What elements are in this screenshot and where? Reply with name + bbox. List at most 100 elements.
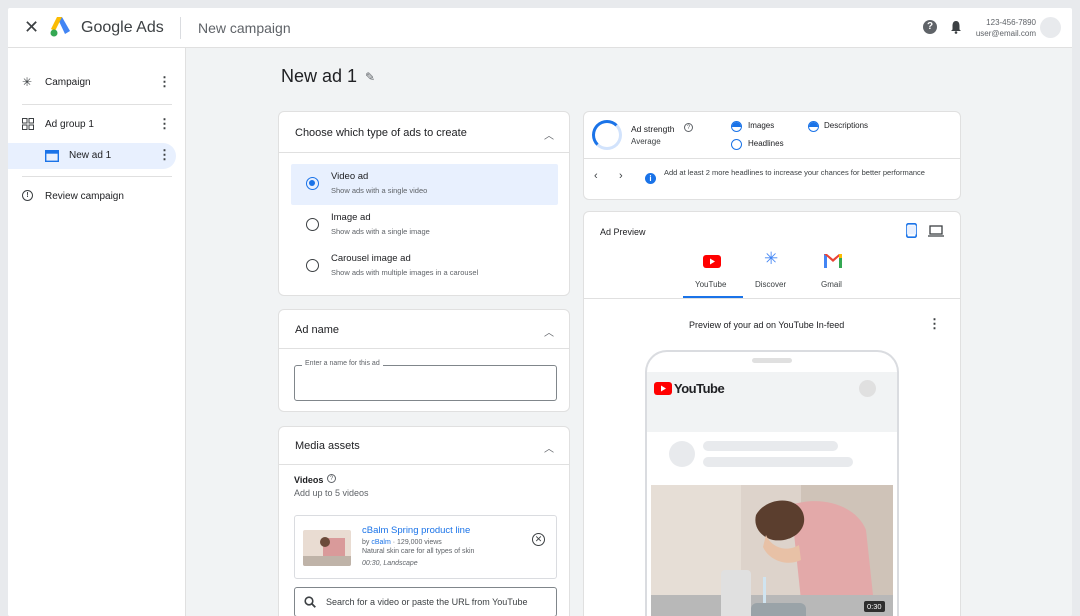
sidebar: ✳ Campaign ⋮ Ad group 1 ⋮ New ad 1 ⋮ ! R… <box>8 48 186 616</box>
divider <box>279 152 569 153</box>
radio-button[interactable] <box>306 177 319 190</box>
tab-discover[interactable]: Discover <box>755 280 786 289</box>
video-asset-card[interactable]: cBalm Spring product line by cBalm · 129… <box>294 515 557 579</box>
sidebar-item-label: New ad 1 <box>69 150 112 161</box>
remove-icon[interactable]: ✕ <box>532 533 545 546</box>
videos-hint: Add up to 5 videos <box>294 488 369 498</box>
descriptions-status-icon <box>808 121 819 132</box>
option-video-ad[interactable]: Video ad Show ads with a single video <box>291 164 558 205</box>
videos-label: Videos <box>294 475 324 485</box>
help-icon[interactable]: ? <box>327 474 336 483</box>
sidebar-item-ad-group[interactable]: Ad group 1 ⋮ <box>8 112 186 138</box>
view-count: · 129,000 views <box>390 539 442 546</box>
radio-button[interactable] <box>306 218 319 231</box>
avatar[interactable] <box>1040 17 1061 38</box>
discover-icon[interactable]: ✳ <box>764 250 778 267</box>
option-carousel-ad[interactable]: Carousel image ad Show ads with multiple… <box>291 246 558 287</box>
account-email: user@email.com <box>975 29 1036 38</box>
divider <box>279 464 569 465</box>
strength-tip: Add at least 2 more headlines to increas… <box>664 168 925 177</box>
by-label: by <box>362 539 370 546</box>
card-title: Media assets <box>295 440 360 452</box>
video-meta: 00:30, Landscape <box>362 560 418 567</box>
sidebar-item-review[interactable]: ! Review campaign <box>8 184 186 210</box>
help-icon[interactable]: ? <box>923 20 937 34</box>
grid-icon <box>22 118 34 130</box>
chevron-up-icon[interactable]: ︿ <box>544 324 554 339</box>
sidebar-item-label: Ad group 1 <box>45 119 94 130</box>
top-bar: ✕ Google Ads New campaign ? 123-456-7890… <box>8 8 1072 48</box>
ad-type-card: Choose which type of ads to create ︿ Vid… <box>278 111 570 296</box>
search-icon <box>304 596 316 608</box>
headlines-status-icon <box>731 139 742 150</box>
search-placeholder: Search for a video or paste the URL from… <box>326 597 528 607</box>
sidebar-item-new-ad[interactable]: New ad 1 ⋮ <box>8 143 176 169</box>
edit-pencil-icon[interactable]: ✎ <box>365 70 375 84</box>
chevron-up-icon[interactable]: ︿ <box>544 127 554 142</box>
youtube-logo-icon <box>654 382 672 395</box>
brand-name: Google Ads <box>81 19 164 36</box>
youtube-icon[interactable] <box>703 255 721 268</box>
option-subtitle: Show ads with a single video <box>331 186 428 195</box>
ad-strength-card: Ad strength ? Average Images Description… <box>583 111 961 200</box>
gmail-icon[interactable] <box>824 254 842 268</box>
strength-item-images: Images <box>748 121 775 130</box>
strength-level: Average <box>631 137 661 146</box>
yt-chips-row <box>647 406 897 432</box>
sidebar-item-campaign[interactable]: ✳ Campaign ⋮ <box>8 70 186 96</box>
ad-name-field[interactable]: Enter a name for this ad <box>294 360 557 401</box>
sidebar-item-label: Review campaign <box>45 191 124 202</box>
strength-gauge <box>592 120 622 150</box>
skeleton-line <box>703 441 838 451</box>
card-title: Choose which type of ads to create <box>295 127 467 139</box>
channel-link[interactable]: cBalm <box>371 539 390 546</box>
more-vert-icon[interactable]: ⋮ <box>158 147 171 163</box>
video-search-input[interactable]: Search for a video or paste the URL from… <box>294 587 557 616</box>
ad-preview-card: Ad Preview ✳ YouTube Discover Gmail Prev… <box>583 211 961 616</box>
app-window: ✕ Google Ads New campaign ? 123-456-7890… <box>8 8 1072 616</box>
radio-button[interactable] <box>306 259 319 272</box>
divider <box>584 158 960 159</box>
strength-item-descriptions: Descriptions <box>824 121 869 130</box>
ad-name-card: Ad name ︿ Enter a name for this ad <box>278 309 570 412</box>
video-byline: by cBalm · 129,000 views <box>362 539 442 546</box>
video-thumbnail <box>303 530 351 566</box>
option-image-ad[interactable]: Image ad Show ads with a single image <box>291 205 558 246</box>
option-title: Carousel image ad <box>331 253 411 264</box>
chevron-up-icon[interactable]: ︿ <box>544 440 554 455</box>
chevron-right-icon[interactable]: › <box>619 170 623 182</box>
strength-item-headlines: Headlines <box>748 139 784 148</box>
more-vert-icon[interactable]: ⋮ <box>928 316 941 332</box>
divider <box>180 17 181 39</box>
page-title: New ad 1 <box>281 66 358 86</box>
ad-window-icon <box>45 150 59 162</box>
images-status-icon <box>731 121 742 132</box>
video-title[interactable]: cBalm Spring product line <box>362 525 470 536</box>
divider <box>279 348 569 349</box>
account-info[interactable]: 123-456-7890 user@email.com <box>968 17 1036 39</box>
divider <box>22 176 172 177</box>
desktop-icon[interactable] <box>928 225 944 237</box>
tab-youtube[interactable]: YouTube <box>695 280 726 289</box>
option-subtitle: Show ads with multiple images in a carou… <box>331 268 479 277</box>
more-vert-icon[interactable]: ⋮ <box>158 74 171 90</box>
bell-icon[interactable] <box>950 20 962 34</box>
tab-gmail[interactable]: Gmail <box>821 280 842 289</box>
preview-title: Ad Preview <box>600 227 646 237</box>
yt-avatar <box>859 380 876 397</box>
close-icon[interactable]: ✕ <box>24 17 39 38</box>
card-title: Ad name <box>295 324 340 336</box>
strength-title: Ad strength <box>631 124 675 134</box>
video-description: Natural skin care for all types of skin <box>362 548 475 555</box>
ad-video-image <box>651 485 893 616</box>
option-title: Video ad <box>331 171 369 182</box>
yt-header: YouTube <box>647 372 897 406</box>
media-assets-card: Media assets ︿ Videos ? Add up to 5 vide… <box>278 426 570 616</box>
more-vert-icon[interactable]: ⋮ <box>158 116 171 132</box>
chevron-left-icon[interactable]: ‹ <box>594 170 598 182</box>
field-label: Enter a name for this ad <box>302 360 383 367</box>
mobile-icon[interactable] <box>906 223 917 238</box>
divider <box>22 104 172 105</box>
option-subtitle: Show ads with a single image <box>331 227 430 236</box>
help-icon[interactable]: ? <box>684 123 693 132</box>
